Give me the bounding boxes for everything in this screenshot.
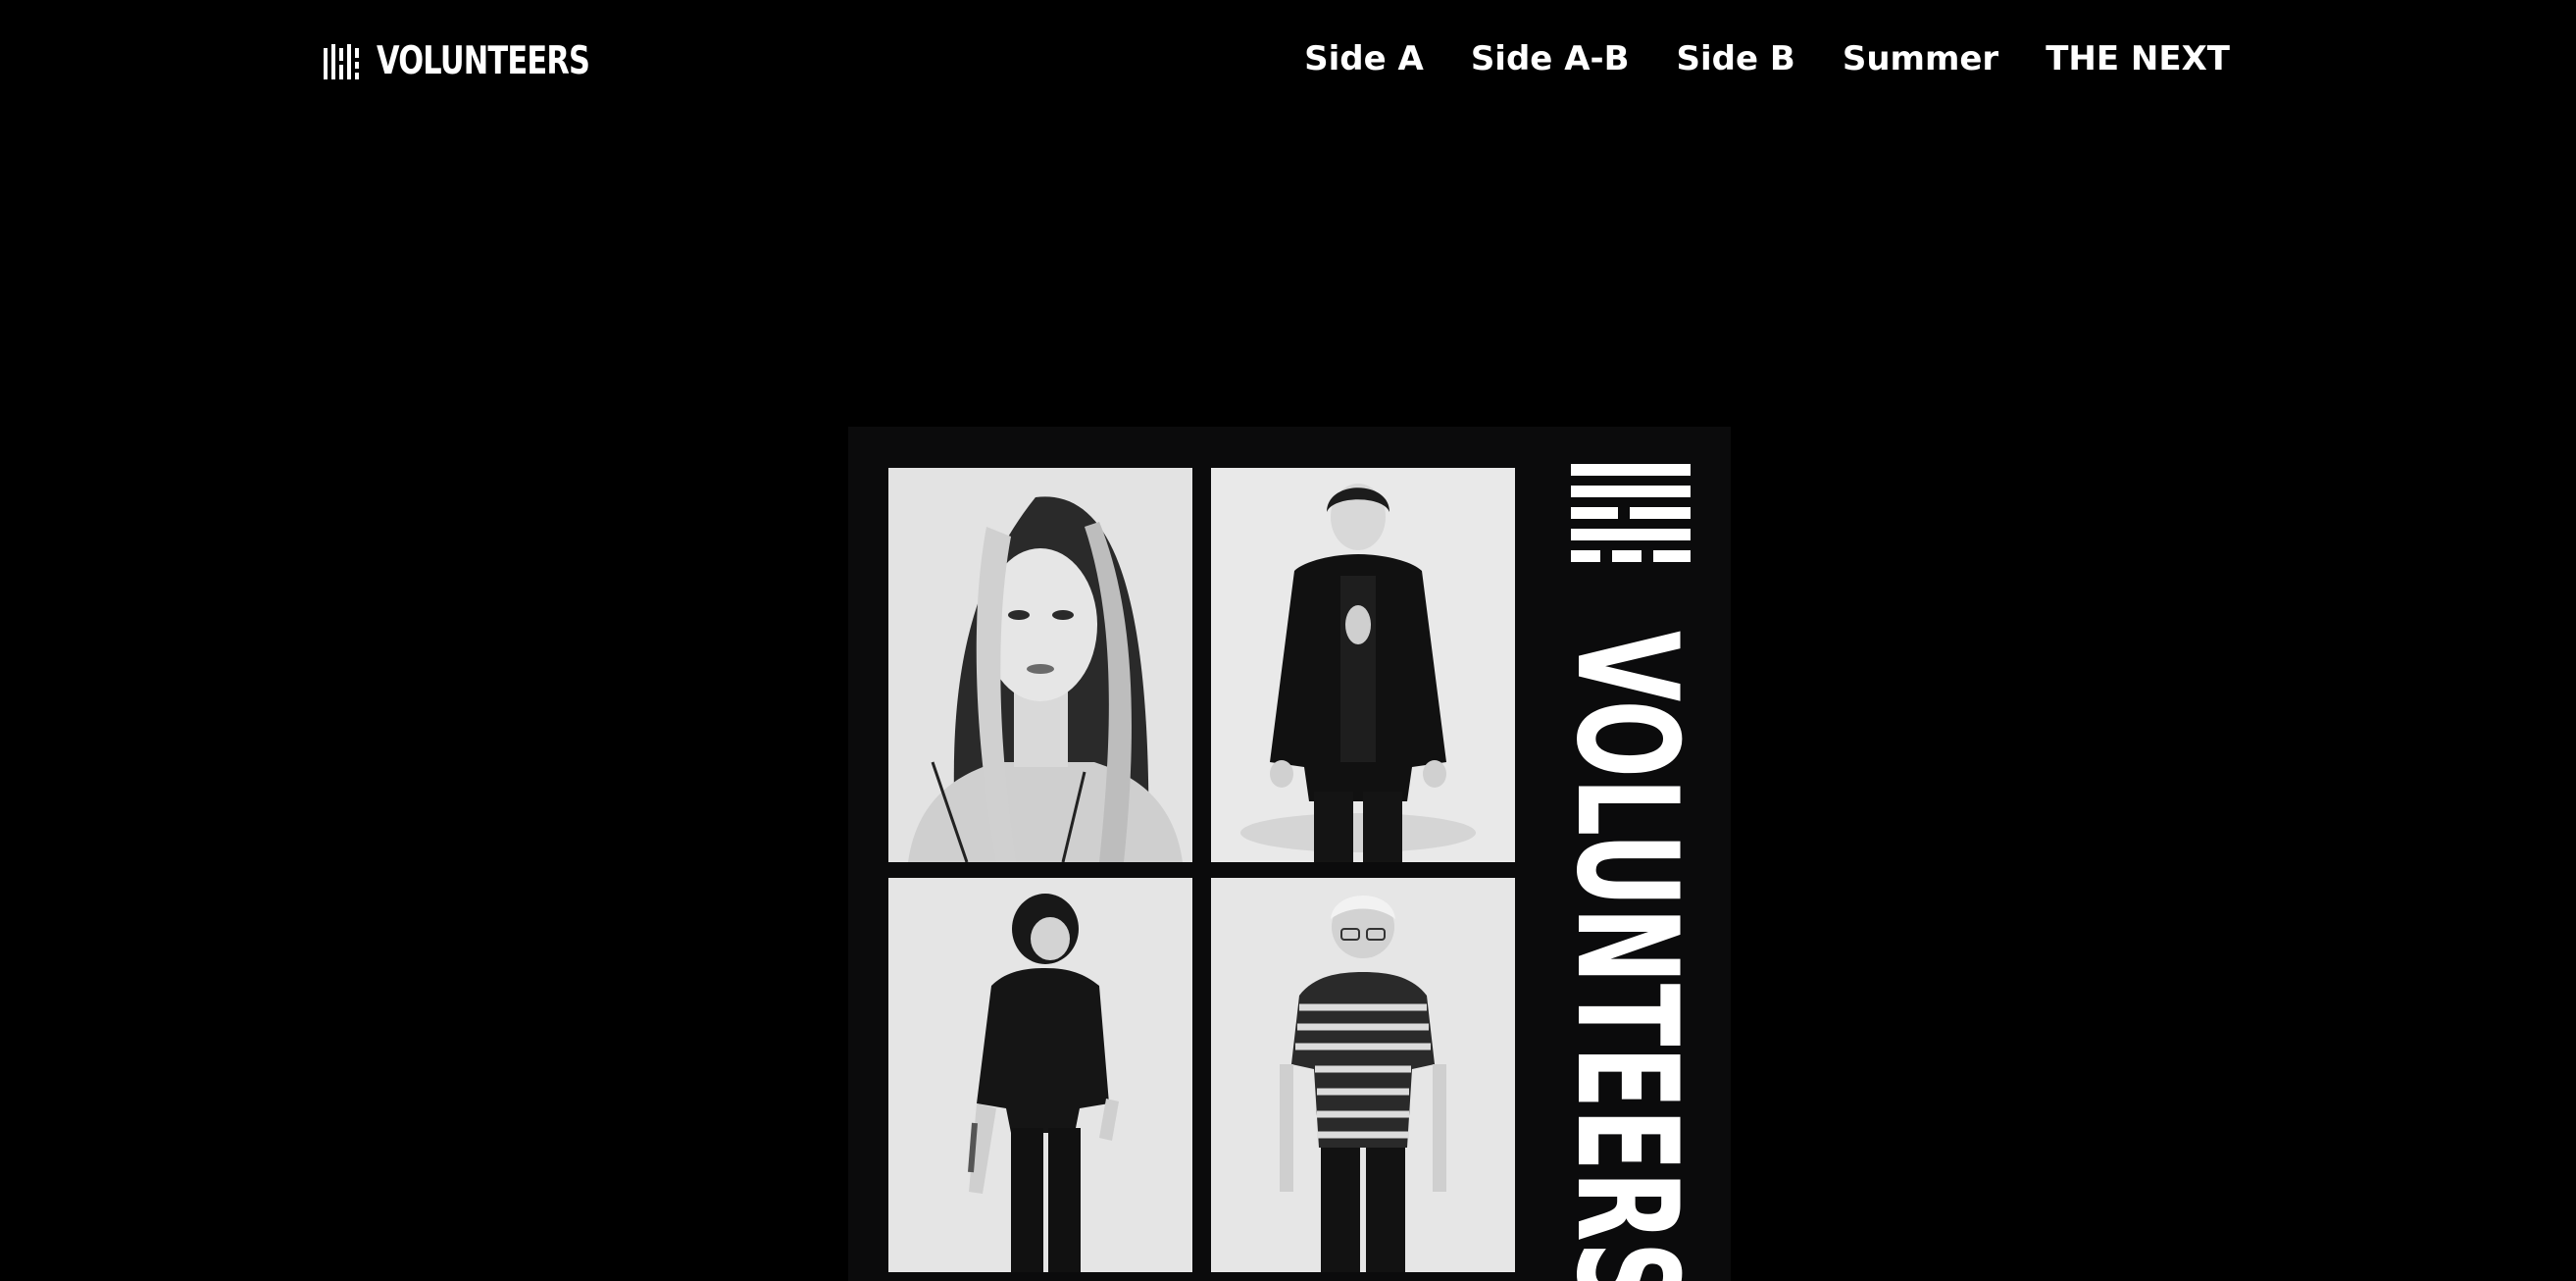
member-photo-4 <box>1211 878 1515 1272</box>
cover-title-text: VOLUNTEERS <box>1559 631 1701 1281</box>
site-logo[interactable]: VOLUNTEERS <box>324 39 649 83</box>
album-cover: VOLUNTEERS <box>848 427 1731 1281</box>
page: VOLUNTEERS Side A Side A-B Side B Summer… <box>0 0 2576 1281</box>
member-photo-1 <box>888 468 1192 862</box>
main-nav: Side A Side A-B Side B Summer THE NEXT <box>1304 31 2230 86</box>
nav-item-side-a-b[interactable]: Side A-B <box>1471 31 1630 86</box>
member-photo-3 <box>888 878 1192 1272</box>
nav-item-side-b[interactable]: Side B <box>1677 31 1795 86</box>
logo-text: VOLUNTEERS <box>377 39 590 83</box>
nav-item-the-next[interactable]: THE NEXT <box>2046 31 2230 86</box>
cover-title: VOLUNTEERS <box>1559 454 1701 1281</box>
volunteers-logo-icon <box>324 43 359 79</box>
cover-logo-icon <box>1571 464 1691 562</box>
nav-item-summer[interactable]: Summer <box>1843 31 1998 86</box>
nav-item-side-a[interactable]: Side A <box>1304 31 1424 86</box>
member-photo-2 <box>1211 468 1515 862</box>
